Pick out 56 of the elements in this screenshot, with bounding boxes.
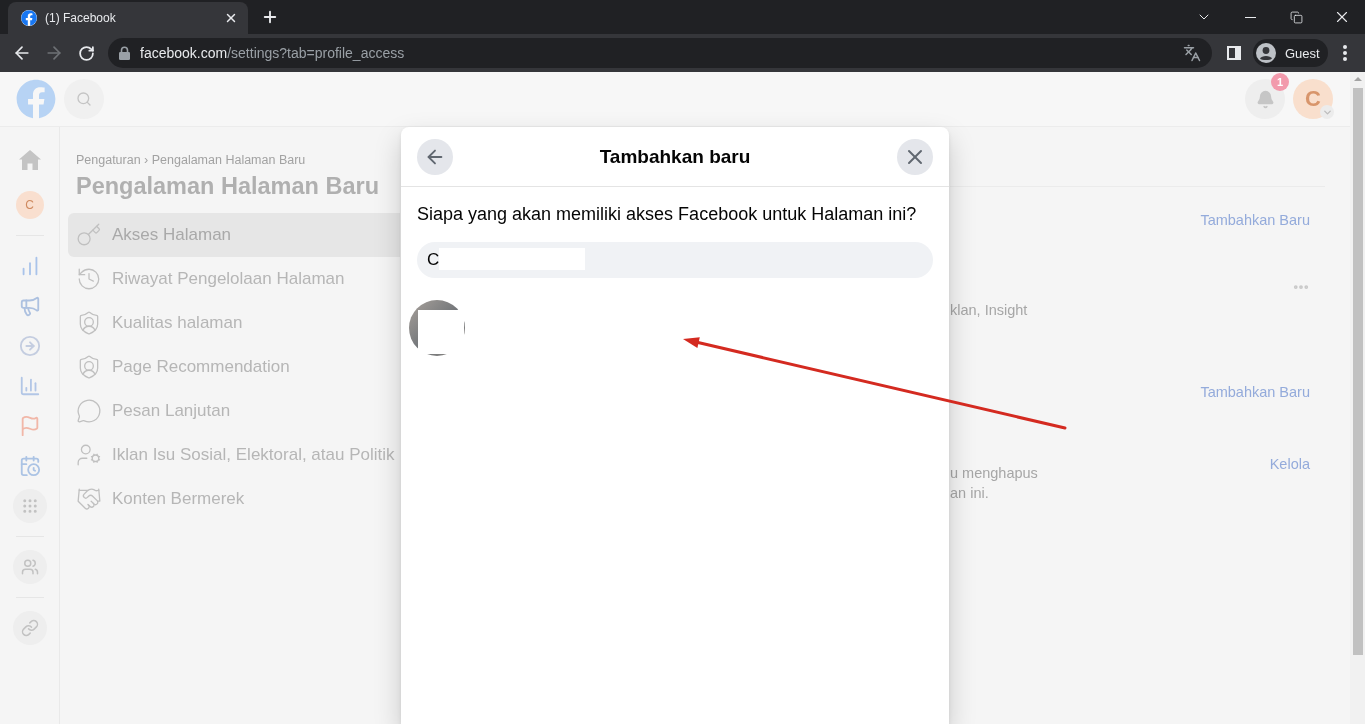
description-text: klan, Insight <box>950 301 1028 320</box>
kebab-menu-icon <box>1343 45 1347 61</box>
handshake-icon <box>76 486 102 512</box>
plus-icon <box>261 8 279 26</box>
settings-menu-item[interactable]: Riwayat Pengelolaan Halaman <box>68 257 400 301</box>
user-gear-icon <box>76 442 102 468</box>
column-chart-icon[interactable] <box>18 375 41 397</box>
description-text: u menghapus <box>950 464 1038 483</box>
minimize-icon <box>1244 16 1256 18</box>
notification-badge: 1 <box>1271 73 1289 91</box>
dialog-title: Tambahkan baru <box>598 145 752 168</box>
restore-icon <box>1289 10 1303 24</box>
account-avatar[interactable]: C <box>1293 79 1333 119</box>
scrollbar[interactable] <box>1350 72 1365 724</box>
link-icon[interactable] <box>12 611 47 645</box>
back-button[interactable] <box>417 138 453 175</box>
settings-menu-item[interactable]: Page Recommendation <box>68 345 400 389</box>
page-title: Pengalaman Halaman Baru <box>75 172 380 200</box>
grid-menu-icon[interactable] <box>12 489 47 523</box>
settings-menu-item[interactable]: Kualitas halaman <box>68 301 400 345</box>
key-icon <box>76 222 102 248</box>
scroll-up-icon[interactable] <box>1353 77 1362 81</box>
action-link[interactable]: Kelola <box>1269 454 1310 474</box>
search-icon[interactable] <box>64 79 104 119</box>
arrow-circle-icon[interactable] <box>18 335 41 357</box>
chevron-down-icon[interactable] <box>1320 105 1334 119</box>
breadcrumb: Pengaturan › Pengalaman Halaman Baru <box>75 152 307 168</box>
action-link[interactable]: Tambahkan Baru <box>1200 210 1310 230</box>
browser-tab[interactable]: (1) Facebook <box>8 2 248 34</box>
people-icon[interactable] <box>12 550 47 584</box>
close-button[interactable] <box>897 138 933 175</box>
bell-icon[interactable] <box>1245 79 1285 119</box>
home-icon[interactable] <box>18 150 41 170</box>
chat-bubble-icon <box>76 398 102 424</box>
side-panel-icon <box>1226 45 1242 61</box>
description-text: an ini. <box>950 484 990 503</box>
megaphone-icon[interactable] <box>18 295 41 317</box>
facebook-logo-icon <box>21 10 37 26</box>
reload-icon <box>77 44 95 62</box>
settings-menu-item[interactable]: Iklan Isu Sosial, Elektoral, atau Politik <box>68 433 400 477</box>
close-icon <box>224 11 238 25</box>
lock-icon <box>119 46 130 60</box>
profile-button[interactable]: Guest <box>1253 39 1328 67</box>
address-bar[interactable]: facebook.com/settings?tab=profile_access <box>108 38 1212 68</box>
scrollbar-thumb[interactable] <box>1352 88 1363 655</box>
page-avatar[interactable]: C <box>15 191 44 219</box>
person-icon <box>1256 43 1276 63</box>
translate-icon[interactable] <box>1183 44 1201 62</box>
settings-menu-item[interactable]: Akses Halaman <box>68 213 400 257</box>
prompt-text: Siapa yang akan memiliki akses Facebook untuk Halaman ini? <box>417 203 918 225</box>
calendar-clock-icon[interactable] <box>18 455 41 477</box>
facebook-logo-icon[interactable] <box>16 79 56 119</box>
action-link[interactable]: Tambahkan Baru <box>1200 382 1310 402</box>
settings-menu-item[interactable]: Pesan Lanjutan <box>68 389 400 433</box>
settings-menu-item[interactable]: Konten Bermerek <box>68 477 400 521</box>
history-icon <box>76 266 102 292</box>
